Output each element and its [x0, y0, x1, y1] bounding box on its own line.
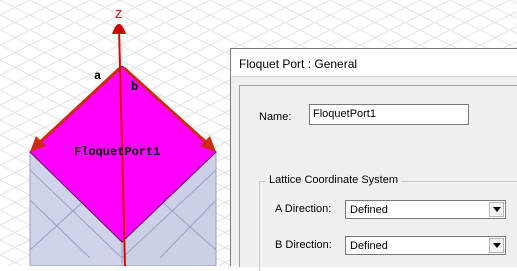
port-label: FloquetPort1	[74, 145, 160, 159]
chevron-down-icon	[493, 207, 501, 212]
chevron-down-icon	[493, 243, 501, 248]
dialog-titlebar[interactable]: Floquet Port : General	[231, 49, 517, 77]
b-direction-dropdown-button[interactable]	[489, 238, 504, 253]
dialog-title: Floquet Port : General	[239, 57, 358, 71]
lattice-coordinate-group	[259, 181, 517, 271]
edge-b-label: b	[131, 80, 138, 94]
a-direction-select[interactable]: Defined	[345, 200, 506, 219]
name-input[interactable]: FloquetPort1	[309, 104, 469, 125]
a-direction-dropdown-button[interactable]	[489, 202, 504, 217]
b-direction-label: B Direction:	[275, 239, 332, 251]
b-direction-value: Defined	[350, 240, 388, 252]
name-label: Name:	[259, 111, 292, 123]
z-axis-label: Z	[115, 8, 122, 22]
a-direction-label: A Direction:	[275, 203, 332, 215]
edge-a-label: a	[94, 69, 101, 83]
lattice-coordinate-group-label: Lattice Coordinate System	[266, 174, 402, 186]
a-direction-value: Defined	[350, 204, 388, 216]
b-direction-select[interactable]: Defined	[345, 236, 506, 255]
